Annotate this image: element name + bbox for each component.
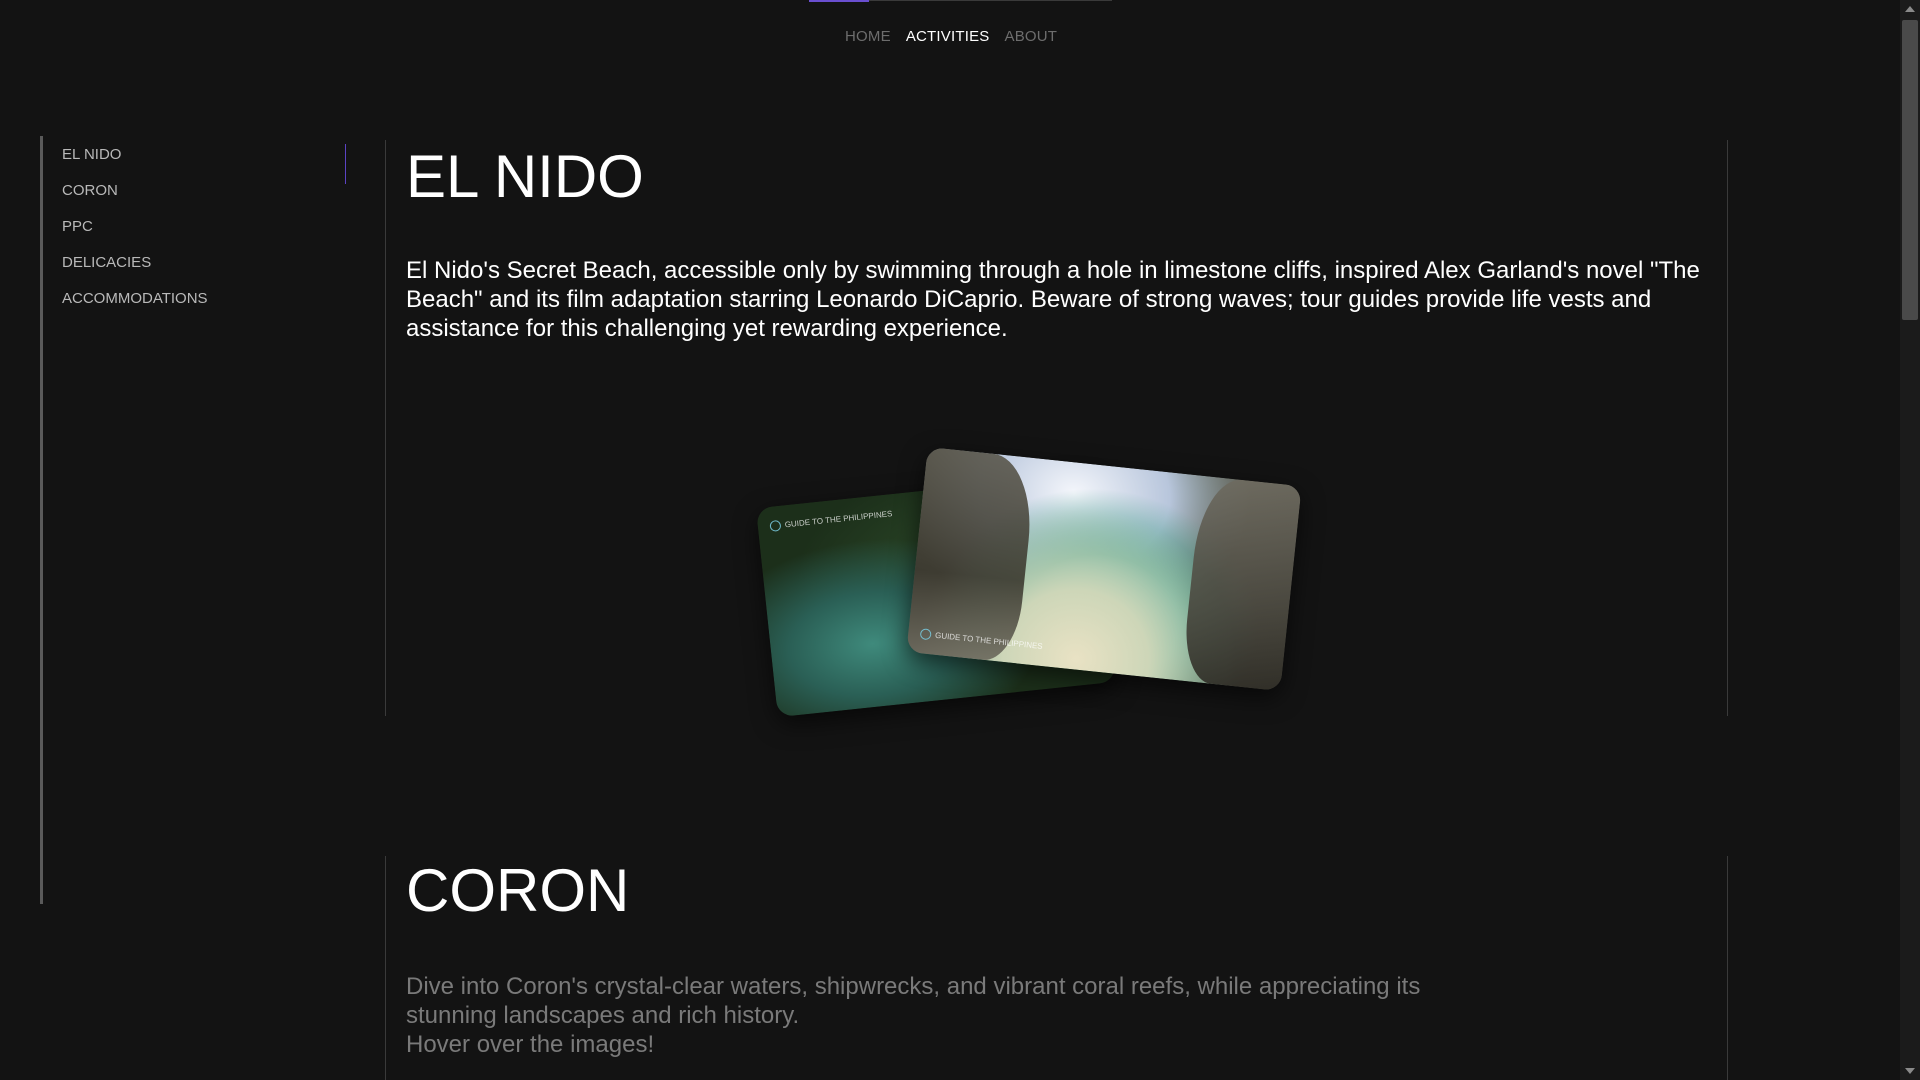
sidebar-item-el-nido[interactable]: EL NIDO <box>62 143 342 179</box>
sidebar-item-accommodations[interactable]: ACCOMMODATIONS <box>62 287 342 323</box>
coron-hover-hint: Hover over the images! <box>406 1031 655 1058</box>
section-title-el-nido: EL NIDO <box>406 143 644 210</box>
page: HOME ACTIVITIES ABOUT EL NIDO CORON PPC … <box>0 0 1920 1080</box>
coron-description: Dive into Coron's crystal-clear waters, … <box>406 973 1421 1029</box>
watermark-logo-icon <box>769 519 782 532</box>
sidebar-item-delicacies[interactable]: DELICACIES <box>62 251 342 287</box>
vertical-scrollbar[interactable] <box>1900 0 1920 1080</box>
topnav-progress-track <box>869 0 1112 1</box>
scrollbar-thumb[interactable] <box>1902 20 1918 320</box>
sidebar: EL NIDO CORON PPC DELICACIES ACCOMMODATI… <box>62 143 342 323</box>
sidebar-item-ppc[interactable]: PPC <box>62 215 342 251</box>
section-el-nido: EL NIDO El Nido's Secret Beach, accessib… <box>385 140 1728 718</box>
nav-about-link[interactable]: ABOUT <box>1005 28 1058 45</box>
rock-cliff-right <box>1180 475 1302 692</box>
sidebar-item-coron[interactable]: CORON <box>62 179 342 215</box>
photo-watermark: GUIDE TO THE PHILIPPINES <box>769 508 893 532</box>
section-title-coron: CORON <box>406 857 630 924</box>
sidebar-divider-line <box>40 136 43 904</box>
section-text-el-nido: El Nido's Secret Beach, accessible only … <box>406 257 1700 342</box>
nav-home-link[interactable]: HOME <box>845 28 891 45</box>
sidebar-active-marker <box>345 144 346 184</box>
watermark-text: GUIDE TO THE PHILIPPINES <box>784 509 893 530</box>
nav-activities-link[interactable]: ACTIVITIES <box>906 28 990 45</box>
scroll-up-arrow-icon[interactable] <box>1905 6 1915 12</box>
top-navigation: HOME ACTIVITIES ABOUT <box>845 28 1057 45</box>
topnav-progress-indicator <box>809 0 869 2</box>
section-text-coron: Dive into Coron's crystal-clear waters, … <box>406 972 1496 1059</box>
watermark-logo-icon <box>919 628 932 641</box>
section-coron: CORON Dive into Coron's crystal-clear wa… <box>385 856 1728 1080</box>
secret-beach-photo[interactable]: GUIDE TO THE PHILIPPINES <box>906 446 1302 692</box>
photo-stack[interactable]: GUIDE TO THE PHILIPPINES GUIDE TO THE PH… <box>755 446 1346 730</box>
scroll-down-arrow-icon[interactable] <box>1905 1068 1915 1074</box>
